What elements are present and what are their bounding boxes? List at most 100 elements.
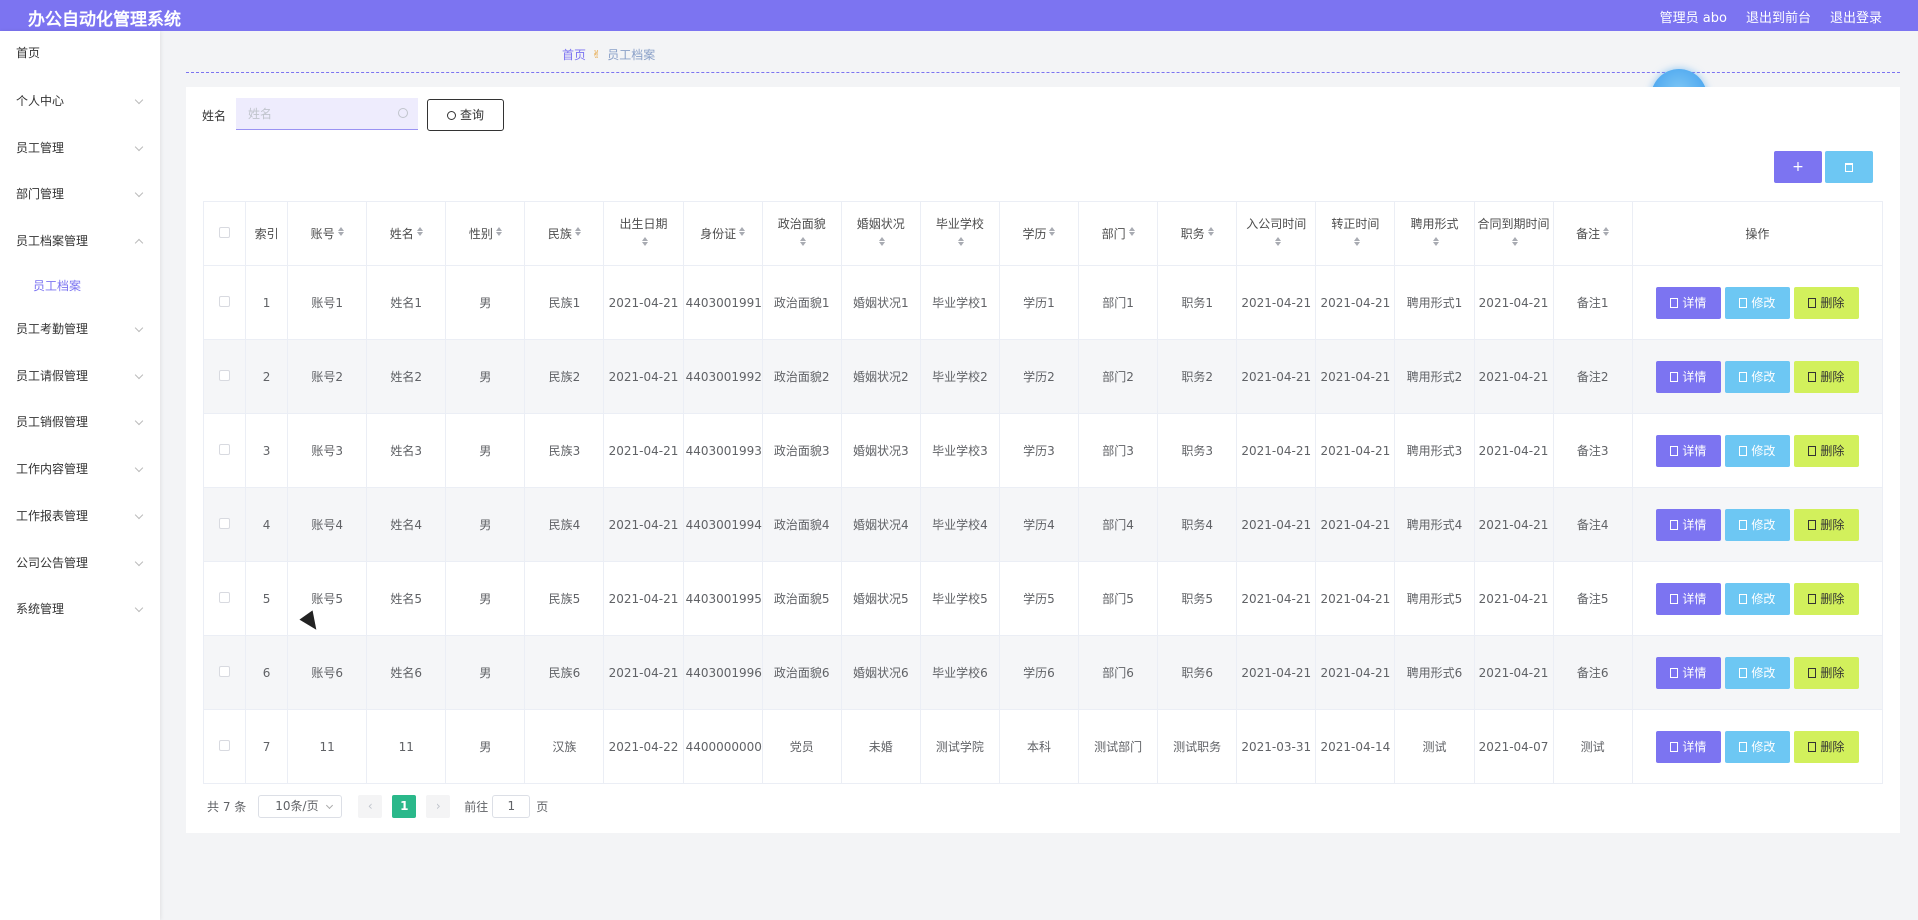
page-size-select[interactable]: 10条/页 (258, 795, 343, 818)
detail-button[interactable]: 详情 (1655, 360, 1721, 393)
sort-icon[interactable] (1128, 227, 1135, 236)
edit-button[interactable]: 修改 (1724, 286, 1790, 319)
sort-icon[interactable] (642, 237, 649, 246)
column-header[interactable]: 出生日期 (603, 201, 684, 266)
table-cell: 男 (445, 413, 526, 488)
detail-button[interactable]: 详情 (1655, 582, 1721, 615)
column-header[interactable]: 账号 (287, 201, 368, 266)
column-header[interactable]: 学历 (998, 201, 1080, 266)
edit-button[interactable]: 修改 (1724, 656, 1790, 689)
edit-button[interactable]: 修改 (1724, 508, 1790, 541)
select-all-checkbox[interactable] (202, 201, 247, 266)
table-cell: 汉族 (524, 709, 605, 784)
logout-link[interactable]: 退出登录 (1830, 7, 1882, 26)
sort-icon[interactable] (574, 227, 581, 236)
detail-button[interactable]: 详情 (1655, 286, 1721, 319)
sidebar-item-archive-management[interactable]: 员工档案管理 (0, 229, 160, 253)
sort-icon[interactable] (879, 237, 886, 246)
table-cell: 毕业学校4 (919, 487, 1000, 562)
sort-icon[interactable] (416, 227, 423, 236)
sidebar-item-employee-management[interactable]: 员工管理 (0, 136, 160, 160)
add-button[interactable]: + (1774, 151, 1822, 183)
sort-icon[interactable] (1512, 237, 1519, 246)
breadcrumb-home[interactable]: 首页 (562, 46, 586, 63)
sidebar-item-personal-center[interactable]: 个人中心 (0, 89, 160, 113)
detail-button[interactable]: 详情 (1655, 730, 1721, 763)
sidebar-subitem-archive[interactable]: 员工档案 (33, 276, 81, 296)
table-cell: 11 (366, 709, 447, 784)
sidebar-item-system-management[interactable]: 系统管理 (0, 597, 160, 621)
sidebar-item-home[interactable]: 首页 (0, 41, 160, 65)
sort-icon[interactable] (1049, 227, 1056, 236)
row-checkbox[interactable] (202, 635, 247, 710)
sort-icon[interactable] (800, 237, 807, 246)
row-checkbox[interactable] (202, 339, 247, 414)
sort-icon[interactable] (1432, 237, 1439, 246)
column-header[interactable]: 转正时间 (1315, 201, 1396, 266)
edit-button[interactable]: 修改 (1724, 582, 1790, 615)
sidebar-item-department-management[interactable]: 部门管理 (0, 182, 160, 206)
column-header[interactable]: 民族 (524, 201, 605, 266)
delete-button[interactable]: 删除 (1793, 434, 1859, 467)
document-icon (1670, 371, 1679, 382)
row-checkbox[interactable] (202, 561, 247, 636)
sidebar-item-leave-management[interactable]: 员工请假管理 (0, 364, 160, 388)
batch-delete-button[interactable] (1825, 151, 1873, 183)
sort-icon[interactable] (1207, 227, 1214, 236)
sort-icon[interactable] (1603, 227, 1610, 236)
edit-button[interactable]: 修改 (1724, 434, 1790, 467)
column-header[interactable]: 身份证 (682, 201, 763, 266)
delete-button[interactable]: 删除 (1793, 286, 1859, 319)
row-checkbox[interactable] (202, 413, 247, 488)
sort-icon[interactable] (958, 237, 965, 246)
column-header[interactable]: 职务 (1157, 201, 1238, 266)
page-number-1[interactable]: 1 (392, 795, 417, 818)
sort-icon[interactable] (495, 227, 502, 236)
query-button[interactable]: 查询 (427, 99, 504, 131)
sidebar-item-leave-cancel-management[interactable]: 员工销假管理 (0, 410, 160, 434)
goto-page-input[interactable]: 1 (492, 795, 531, 818)
sort-icon[interactable] (1353, 237, 1360, 246)
delete-button[interactable]: 删除 (1793, 730, 1859, 763)
sidebar-item-announcement-management[interactable]: 公司公告管理 (0, 551, 160, 575)
column-header[interactable]: 政治面貌 (761, 201, 842, 266)
delete-button[interactable]: 删除 (1793, 656, 1859, 689)
edit-button[interactable]: 修改 (1724, 730, 1790, 763)
sidebar-item-work-content-management[interactable]: 工作内容管理 (0, 457, 160, 481)
column-header[interactable]: 聘用形式 (1394, 201, 1475, 266)
delete-button[interactable]: 删除 (1793, 360, 1859, 393)
next-page-button[interactable]: › (426, 795, 451, 818)
edit-button[interactable]: 修改 (1724, 360, 1790, 393)
row-checkbox[interactable] (202, 265, 247, 340)
row-checkbox[interactable] (202, 709, 247, 784)
detail-button[interactable]: 详情 (1655, 508, 1721, 541)
detail-button[interactable]: 详情 (1655, 656, 1721, 689)
column-header[interactable]: 婚姻状况 (840, 201, 921, 266)
column-header[interactable]: 部门 (1078, 201, 1159, 266)
column-header[interactable]: 性别 (445, 201, 526, 266)
pagination: 共 7 条 10条/页 ‹ 1 › 前往 1 页 (207, 795, 548, 818)
search-input[interactable]: 姓名 (236, 98, 418, 130)
sidebar-item-work-report-management[interactable]: 工作报表管理 (0, 504, 160, 528)
table-cell: 7 (245, 709, 289, 784)
chevron-down-icon (326, 801, 334, 810)
prev-page-button[interactable]: ‹ (358, 795, 383, 818)
column-header[interactable]: 备注 (1552, 201, 1633, 266)
column-header[interactable]: 合同到期时间 (1473, 201, 1554, 266)
column-header[interactable]: 毕业学校 (919, 201, 1000, 266)
table-cell: 2021-04-21 (1473, 487, 1554, 562)
column-header[interactable]: 入公司时间 (1236, 201, 1317, 266)
table-cell: 账号5 (287, 561, 368, 636)
sort-icon[interactable] (337, 227, 344, 236)
admin-user-link[interactable]: 管理员 abo (1660, 7, 1727, 26)
sort-icon[interactable] (739, 227, 746, 236)
column-header[interactable]: 姓名 (366, 201, 447, 266)
exit-to-frontend-link[interactable]: 退出到前台 (1746, 7, 1811, 26)
table-cell: 聘用形式6 (1394, 635, 1475, 710)
delete-button[interactable]: 删除 (1793, 582, 1859, 615)
sidebar-item-attendance-management[interactable]: 员工考勤管理 (0, 317, 160, 341)
delete-button[interactable]: 删除 (1793, 508, 1859, 541)
row-checkbox[interactable] (202, 487, 247, 562)
detail-button[interactable]: 详情 (1655, 434, 1721, 467)
sort-icon[interactable] (1274, 237, 1281, 246)
